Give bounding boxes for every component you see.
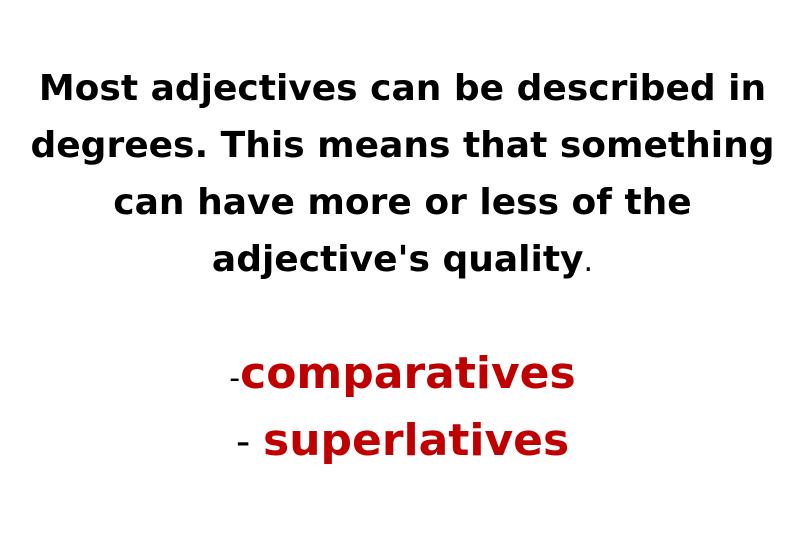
list-dash: - xyxy=(229,361,241,396)
definition-period: . xyxy=(583,244,594,279)
list-dash: - xyxy=(235,419,263,465)
comparatives-term: comparatives xyxy=(240,348,576,399)
definition-text: Most adjectives can be described in degr… xyxy=(20,60,785,290)
degree-list: -comparatives - superlatives xyxy=(0,343,805,473)
list-item-superlatives: - superlatives xyxy=(0,410,805,473)
list-item-comparatives: -comparatives xyxy=(0,343,805,410)
superlatives-term: superlatives xyxy=(263,415,570,466)
definition-body: Most adjectives can be described in degr… xyxy=(30,68,775,280)
slide: Most adjectives can be described in degr… xyxy=(0,0,805,541)
